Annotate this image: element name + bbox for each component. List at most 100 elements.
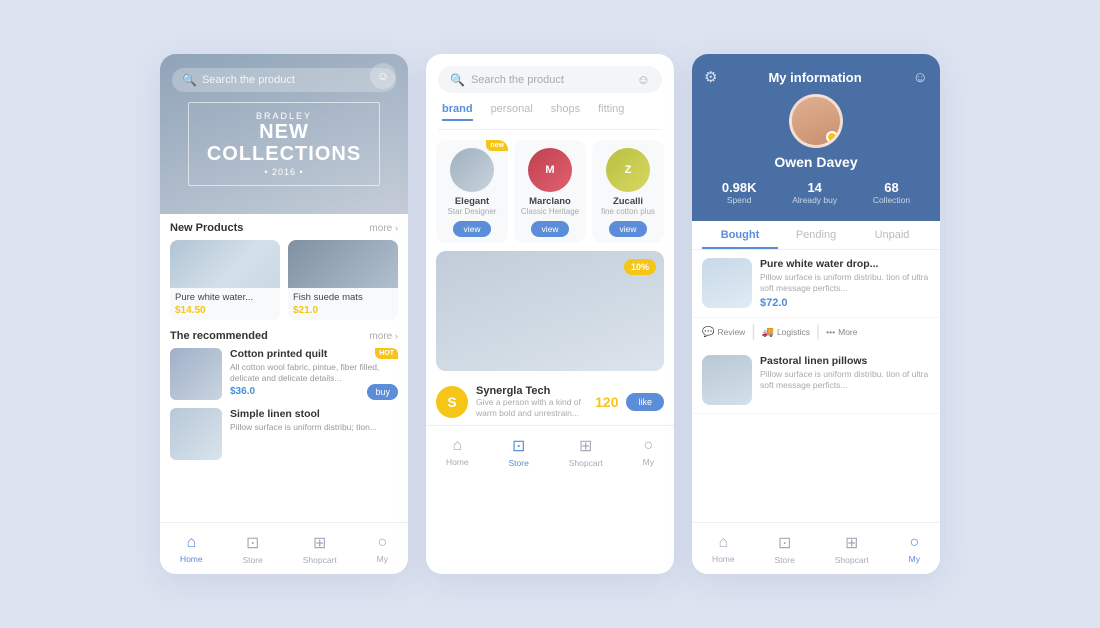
brand-view-btn-elegant[interactable]: view [453,221,490,237]
new-products-row: Pure white water... $14.50 Fish suede ma… [170,240,398,320]
rec-thumb-2 [170,408,222,460]
stat-spend-value: 0.98K [722,180,757,195]
stat-spend: 0.98K Spend [722,180,757,205]
featured-discount-badge: 10% [624,259,656,275]
product-card-1[interactable]: Pure white water... $14.50 [170,240,280,320]
nav-my-1[interactable]: ○ My [377,534,388,564]
brands-row: Elegant Star Designer view new M Marclan… [426,130,674,251]
p2-featured-image: 10% [436,251,664,371]
p2-nav-label-shopcart: Shopcart [569,458,603,468]
brand-avatar-marclano: M [528,148,572,192]
product-name-2: Fish suede mats [293,292,393,303]
rec-thumb-1 [170,348,222,400]
p2-search-input[interactable] [471,74,637,86]
nav-shopcart-1[interactable]: ⊞ Shopcart [303,533,337,565]
stat-already-buy-value: 14 [807,180,821,195]
p3-emoji-icon: ☺ [913,69,928,86]
order-item-2[interactable]: Pastoral linen pillows Pillow surface is… [692,347,940,414]
brand-view-btn-zucalli[interactable]: view [609,221,646,237]
action-review-label: Review [717,327,745,337]
recommended-more[interactable]: more › [369,331,398,342]
user-avatar [789,94,843,148]
p3-tab-bought[interactable]: Bought [702,221,778,249]
p2-shopcart-icon: ⊞ [579,436,592,456]
search-icon: 🔍 [182,73,197,87]
settings-icon[interactable]: ⚙ [704,68,717,86]
buy-badge[interactable]: buy [367,384,398,400]
search-input[interactable] [202,74,386,86]
stat-spend-label: Spend [727,195,752,205]
stat-collection-value: 68 [884,180,898,195]
order-price-1: $72.0 [760,297,930,309]
product-price-2: $21.0 [293,305,393,316]
brand-view-btn-marclano[interactable]: view [531,221,568,237]
product-info-2: Fish suede mats $21.0 [288,288,398,320]
order-info-1: Pure white water drop... Pillow surface … [760,258,930,309]
tab-personal[interactable]: personal [491,103,533,121]
p3-tab-pending[interactable]: Pending [778,221,854,249]
p3-home-icon: ⌂ [718,534,728,552]
p2-my-icon: ○ [643,437,653,455]
p1-nav: ⌂ Home ⊡ Store ⊞ Shopcart ○ My [160,522,408,574]
p2-search-bar[interactable]: 🔍 ☺ [438,66,662,93]
nav-label-shopcart: Shopcart [303,555,337,565]
action-logistics[interactable]: 🚚 Logistics [761,323,810,341]
nav-store-1[interactable]: ⊡ Store [243,533,263,565]
nav-store-2[interactable]: ⊡ Store [509,436,529,468]
brand-info-desc: Give a person with a kind of warm bold a… [476,397,587,419]
p3-tab-unpaid[interactable]: Unpaid [854,221,930,249]
stat-collection: 68 Collection [873,180,910,205]
like-button[interactable]: like [626,393,664,411]
p2-nav-label-my: My [643,457,654,467]
p3-nav-label-shopcart: Shopcart [835,555,869,565]
phone-1: 🔍 ☺ BRADLEY NEWCOLLECTIONS • 2016 • New … [160,54,408,574]
order-item-1[interactable]: Pure white water drop... Pillow surface … [692,250,940,318]
tab-brand[interactable]: brand [442,103,473,121]
nav-home-2[interactable]: ⌂ Home [446,437,469,467]
shopcart-icon: ⊞ [313,533,326,553]
rec-name-1: Cotton printed quilt [230,348,398,360]
action-more[interactable]: ••• More [826,323,857,341]
tab-fitting[interactable]: fitting [598,103,624,121]
review-icon: 💬 [702,327,714,338]
rec-item-2[interactable]: Simple linen stool Pillow surface is uni… [170,408,398,460]
product-card-2[interactable]: Fish suede mats $21.0 [288,240,398,320]
brand-card-zucalli[interactable]: Z Zucalli fine cotton plus view [592,140,664,243]
nav-shopcart-3[interactable]: ⊞ Shopcart [835,533,869,565]
brand-avatar-zucalli: Z [606,148,650,192]
action-more-label: More [838,327,857,337]
new-badge-elegant: new [486,140,508,151]
new-products-more[interactable]: more › [369,223,398,234]
nav-my-2[interactable]: ○ My [643,437,654,467]
nav-shopcart-2[interactable]: ⊞ Shopcart [569,436,603,468]
p3-tabs: Bought Pending Unpaid [692,221,940,250]
brand-card-elegant[interactable]: Elegant Star Designer view new [436,140,508,243]
p3-nav-label-home: Home [712,554,735,564]
new-products-title: New Products [170,222,243,234]
order-actions-1: 💬 Review | 🚚 Logistics | ••• More [692,318,940,347]
rec-item-1[interactable]: Cotton printed quilt All cotton wool fab… [170,348,398,400]
rec-info-2: Simple linen stool Pillow surface is uni… [230,408,398,433]
nav-home-3[interactable]: ⌂ Home [712,534,735,564]
p1-hero-year: • 2016 • [207,167,361,177]
order-desc-1: Pillow surface is uniform distribu. tion… [760,272,930,294]
user-stats: 0.98K Spend 14 Already buy 68 Collection [704,180,928,205]
brand-count: 120 [595,394,618,410]
recommended-title: The recommended [170,330,268,342]
p1-search-bar[interactable]: 🔍 [172,68,396,92]
p2-search-icon: 🔍 [450,73,465,87]
brand-role-marclano: Classic Heritage [521,207,579,216]
nav-my-3[interactable]: ○ My [909,534,920,564]
brand-avatar-elegant [450,148,494,192]
nav-label-my: My [377,554,388,564]
cart-icon[interactable]: ☺ [370,63,396,89]
nav-label-store: Store [243,555,263,565]
brand-card-marclano[interactable]: M Marclano Classic Heritage view [514,140,586,243]
nav-store-3[interactable]: ⊡ Store [775,533,795,565]
action-review[interactable]: 💬 Review [702,323,745,341]
brand-name-marclano: Marclano [529,196,571,207]
p1-hero-subtitle: BRADLEY [207,111,361,121]
nav-home-1[interactable]: ⌂ Home [180,534,203,564]
tab-shops[interactable]: shops [551,103,580,121]
rec-desc-2: Pillow surface is uniform distribu; tion… [230,422,398,433]
